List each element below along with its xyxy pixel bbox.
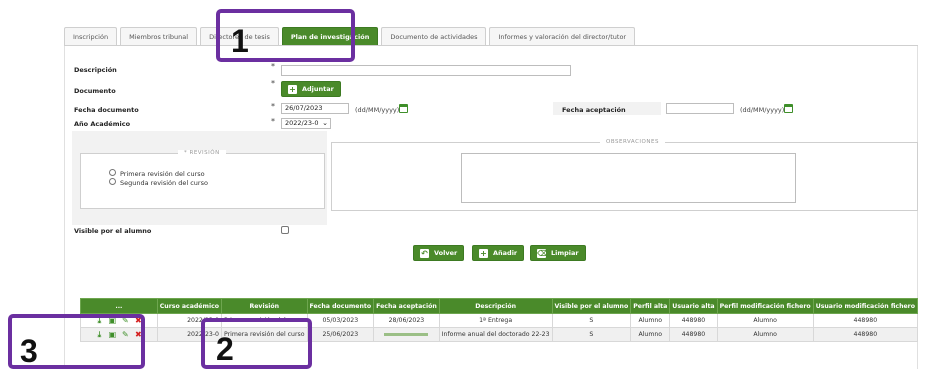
required-mark: * — [271, 102, 275, 111]
radio-segunda-revision-label: Segunda revisión del curso — [120, 179, 208, 187]
callout-number-2: 2 — [216, 331, 234, 367]
adjuntar-button[interactable]: + Adjuntar — [281, 81, 341, 97]
col-usuario-mod-header[interactable]: Usuario modificación fichero — [812, 298, 919, 314]
cell-usuario-mod: 448980 — [812, 327, 919, 342]
cell-visible: S — [551, 327, 632, 342]
tab-divider — [64, 45, 918, 46]
limpiar-button[interactable]: ⌫ Limpiar — [530, 245, 586, 261]
radio-primera-revision[interactable] — [109, 169, 116, 176]
volver-button-label: Volver — [434, 249, 458, 257]
date-format-hint: (dd/MM/yyyy) — [355, 106, 400, 114]
col-perfil-mod-header[interactable]: Perfil modificación fichero — [716, 298, 814, 314]
thumbnail-preview — [384, 332, 429, 336]
descripcion-label: Descripción — [74, 66, 117, 74]
tab-informes-valoracion[interactable]: Informes y valoración del director/tutor — [489, 27, 636, 46]
col-fecha-aceptacion-header[interactable]: Fecha aceptación — [373, 298, 440, 314]
tab-documento-actividades[interactable]: Documento de actividades — [381, 27, 487, 46]
anadir-button[interactable]: + Añadir — [472, 245, 525, 261]
cell-visible: S — [551, 313, 632, 328]
cell-fecha-aceptacion — [373, 327, 440, 342]
cell-usuario-alta: 448980 — [669, 313, 718, 328]
calendar-icon[interactable] — [399, 104, 408, 113]
calendar-icon[interactable] — [784, 104, 793, 113]
descripcion-input[interactable] — [281, 65, 571, 76]
cell-fecha-aceptacion: 28/06/2023 — [373, 313, 440, 328]
fecha-documento-label: Fecha documento — [74, 106, 139, 114]
plus-icon: + — [479, 248, 488, 258]
fecha-documento-input[interactable]: 26/07/2023 — [281, 103, 349, 114]
col-fecha-documento-header[interactable]: Fecha documento — [306, 298, 375, 314]
cell-perfil-mod: Alumno — [716, 313, 814, 328]
radio-segunda-revision[interactable] — [109, 178, 116, 185]
anio-academico-value: 2022/23-0 — [285, 119, 319, 127]
col-usuario-alta-header[interactable]: Usuario alta — [669, 298, 718, 314]
required-mark: * — [271, 79, 275, 88]
cell-usuario-mod: 448980 — [812, 313, 919, 328]
col-revision-header[interactable]: Revisión — [220, 298, 308, 314]
documento-label: Documento — [74, 87, 116, 95]
plus-icon: + — [288, 84, 297, 94]
cell-perfil-alta: Alumno — [630, 313, 671, 328]
table-header-row: ... Curso académico Revisión Fecha docum… — [80, 298, 919, 314]
visible-alumno-label: Visible por el alumno — [74, 227, 152, 235]
cell-perfil-mod: Alumno — [716, 327, 814, 342]
tab-inscripcion[interactable]: Inscripción — [64, 27, 118, 46]
cell-perfil-alta: Alumno — [630, 327, 671, 342]
anadir-button-label: Añadir — [493, 249, 518, 257]
fecha-aceptacion-input[interactable] — [666, 103, 734, 114]
col-descripcion-header[interactable]: Descripción — [438, 298, 553, 314]
col-actions-header: ... — [80, 298, 158, 314]
eraser-icon: ⌫ — [537, 248, 549, 258]
chevron-down-icon: ⌄ — [322, 119, 328, 127]
col-visible-header[interactable]: Visible por el alumno — [551, 298, 632, 314]
anio-academico-select[interactable]: 2022/23-0 ⌄ — [281, 118, 331, 129]
col-curso-header[interactable]: Curso académico — [156, 298, 222, 314]
required-mark: * — [271, 62, 275, 71]
col-perfil-alta-header[interactable]: Perfil alta — [630, 298, 671, 314]
date-format-hint: (dd/MM/yyyy) — [740, 106, 785, 114]
radio-primera-revision-label: Primera revisión del curso — [120, 170, 205, 178]
observaciones-legend: OBSERVACIONES — [600, 139, 665, 145]
fecha-aceptacion-label: Fecha aceptación — [562, 106, 626, 114]
visible-alumno-checkbox[interactable] — [281, 226, 289, 234]
cell-fecha-documento: 25/06/2023 — [306, 327, 375, 342]
cell-descripcion: 1ª Entrega — [438, 313, 553, 328]
callout-number-1: 1 — [231, 23, 249, 59]
anio-academico-label: Año Académico — [74, 120, 131, 128]
callout-number-3: 3 — [20, 333, 38, 369]
required-mark: * — [271, 117, 275, 126]
observaciones-textarea[interactable] — [461, 153, 796, 203]
back-arrow-icon: ↶ — [420, 248, 429, 258]
cell-usuario-alta: 448980 — [669, 327, 718, 342]
limpiar-button-label: Limpiar — [551, 249, 579, 257]
tab-miembros-tribunal[interactable]: Miembros tribunal — [120, 27, 198, 46]
volver-button[interactable]: ↶ Volver — [413, 245, 465, 261]
cell-fecha-documento: 05/03/2023 — [306, 313, 375, 328]
cell-descripcion: Informe anual del doctorado 22-23 — [438, 327, 553, 342]
revision-legend: * REVISIÓN — [178, 150, 226, 156]
adjuntar-button-label: Adjuntar — [302, 85, 334, 93]
